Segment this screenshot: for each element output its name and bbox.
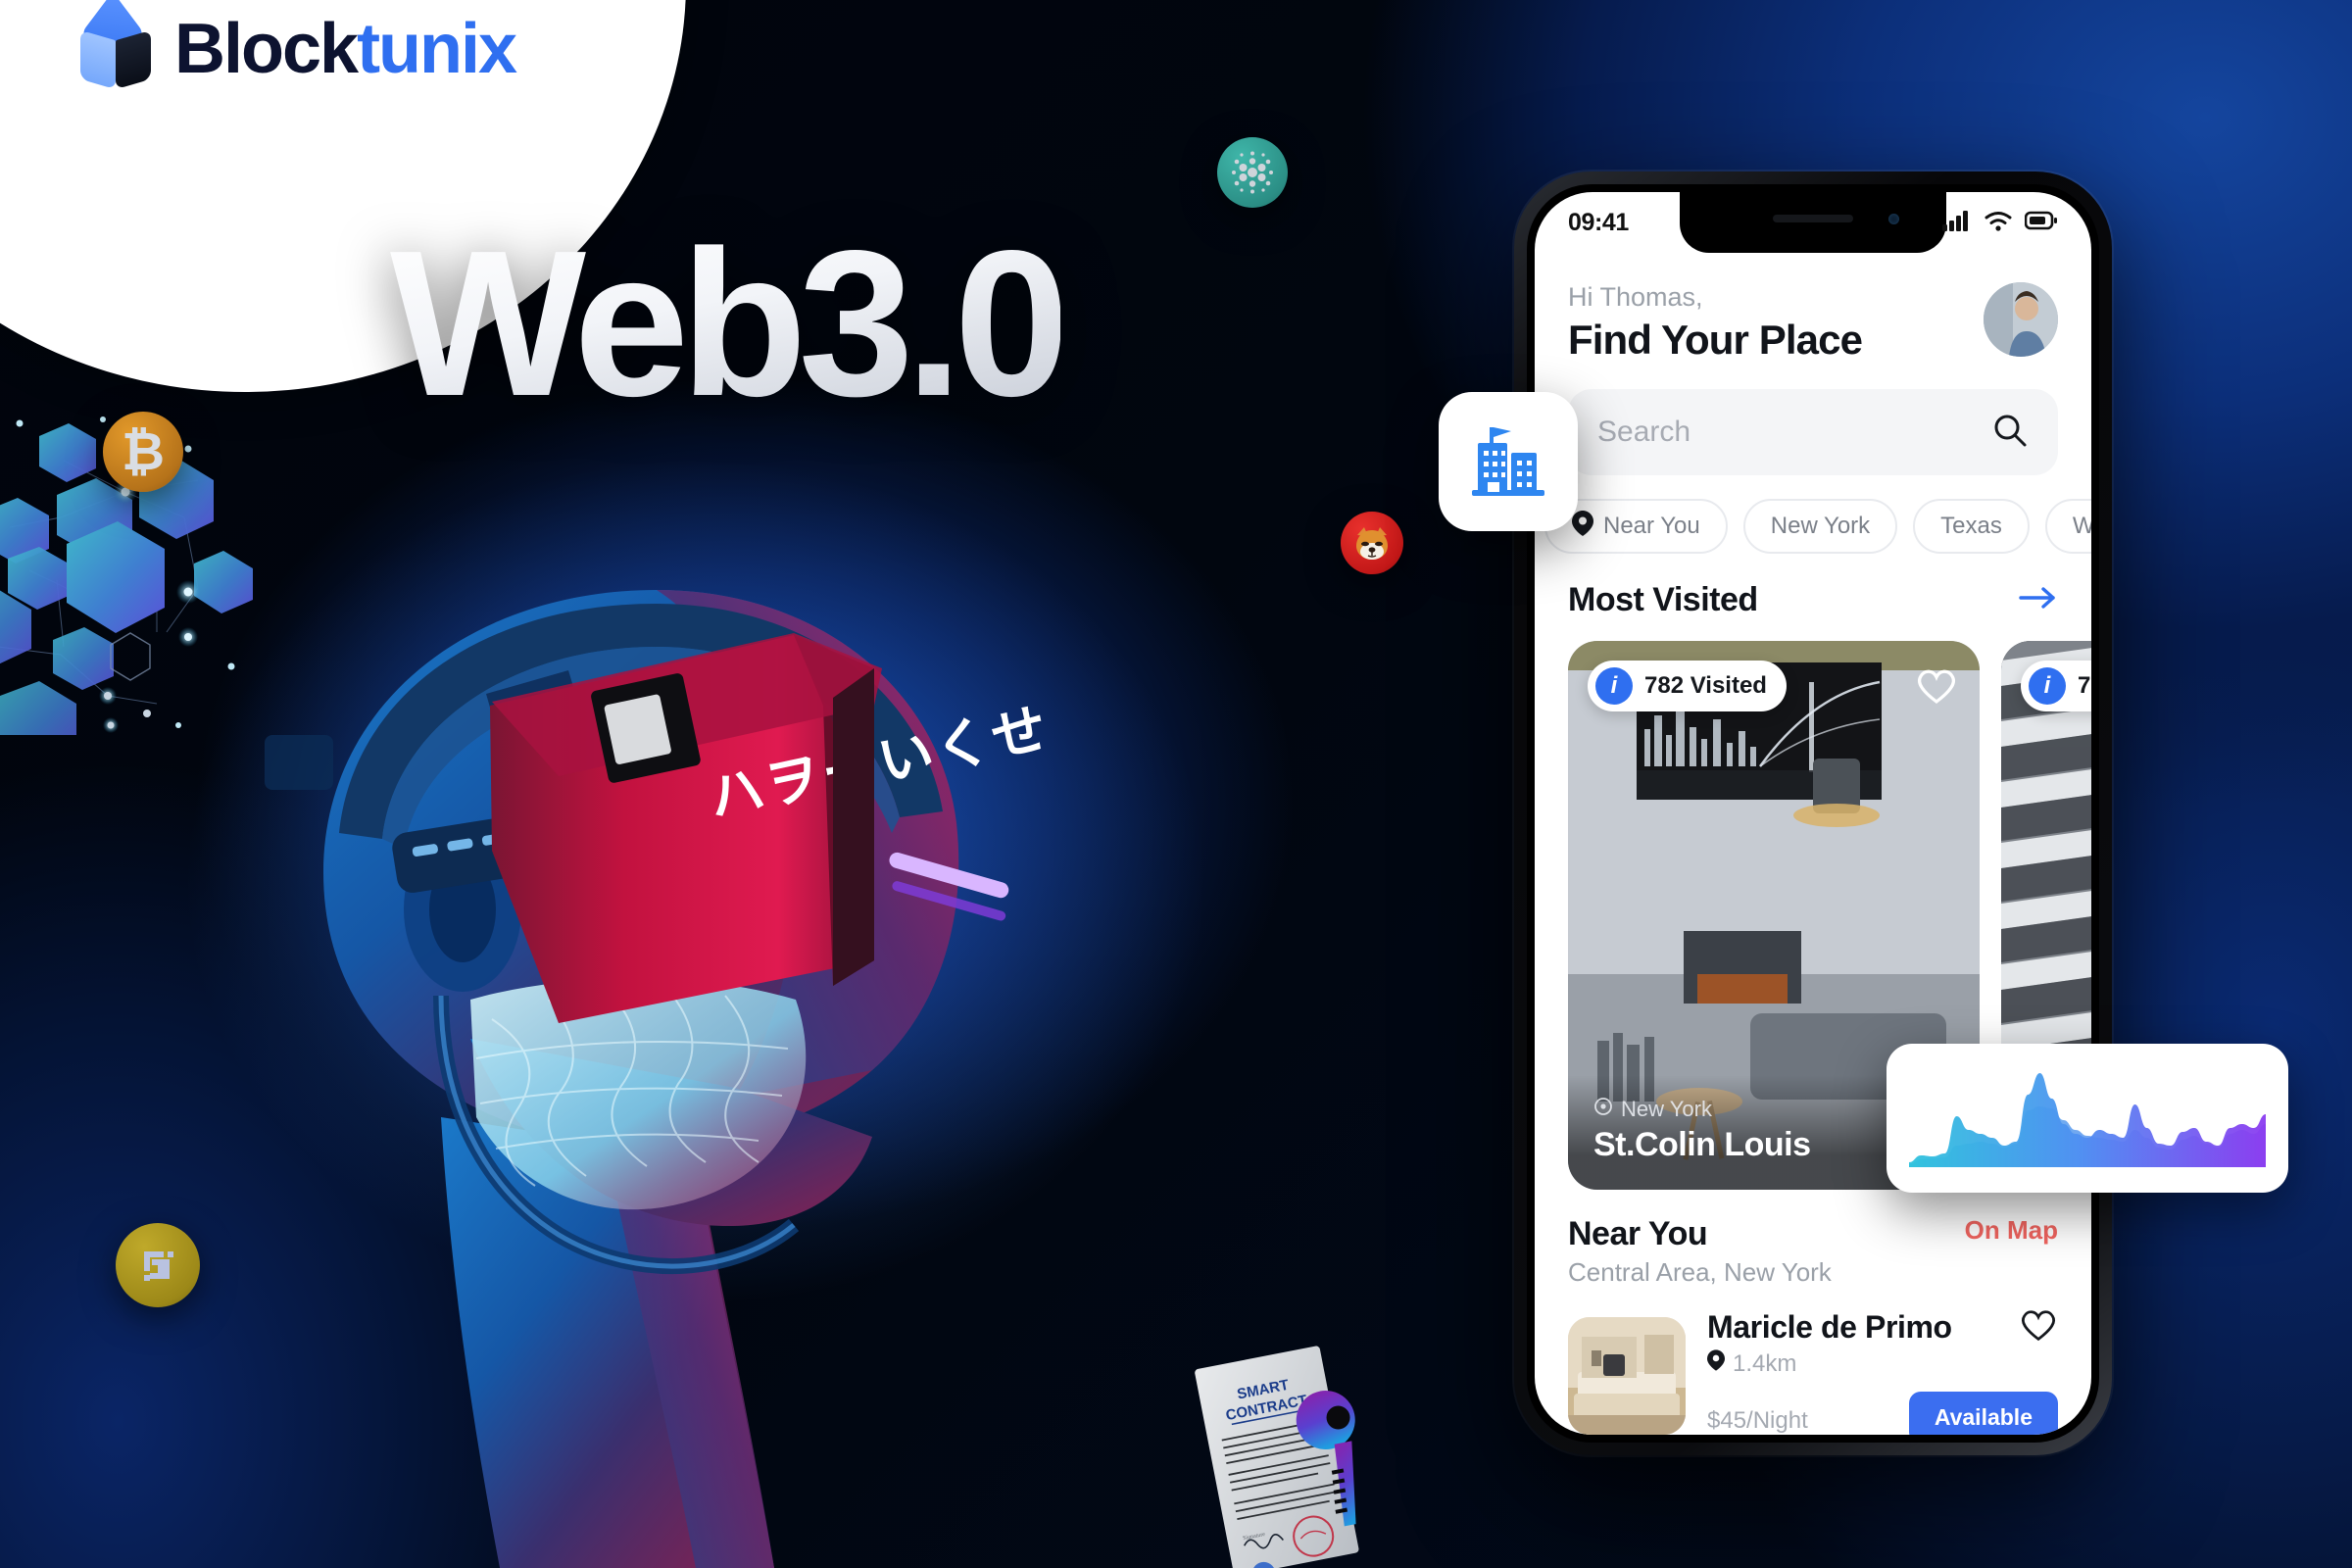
vr-headset-figure-illustration: ハヲーいくせ [147, 412, 1323, 1568]
filter-chip-washington[interactable]: Washington [2044, 499, 2091, 554]
visited-badge: i 782 [2021, 661, 2091, 711]
filter-chip-row[interactable]: Near You New York Texas Washington [1535, 475, 2091, 554]
status-bar: 09:41 [1535, 192, 2091, 253]
area-chart [1909, 1073, 2266, 1167]
listing-distance: 1.4km [1733, 1349, 1797, 1377]
app-content: Hi Thomas, Find Your Place Search Near Y… [1535, 253, 2091, 1435]
brand-name: Blocktunix [174, 14, 517, 84]
search-input[interactable] [1597, 416, 1991, 449]
cardano-coin-icon [1217, 137, 1288, 208]
hero-banner: ハヲーいくせ Blocktunix Web3.0 ₿ SMART CONTRAC… [0, 0, 2352, 1568]
heart-icon[interactable] [1915, 666, 1958, 710]
shiba-inu-coin-icon [1341, 512, 1403, 574]
bedroom-thumbnail [1568, 1316, 1686, 1435]
status-clock: 09:41 [1568, 208, 1629, 236]
bitcoin-coin-icon: ₿ [103, 412, 183, 492]
app-title: Find Your Place [1568, 317, 1863, 363]
filter-chip-new-york[interactable]: New York [1742, 499, 1898, 554]
map-pin-icon [1707, 1349, 1725, 1378]
wifi-icon [1984, 210, 2013, 236]
availability-button[interactable]: Available [1908, 1392, 2058, 1435]
visited-count: 782 [2078, 672, 2091, 699]
near-you-subtitle: Central Area, New York [1568, 1257, 1832, 1287]
search-icon[interactable] [1991, 412, 2029, 454]
cube-3d-icon [78, 0, 155, 90]
listing-price: $45 [1707, 1407, 1747, 1434]
map-pin-icon [1572, 510, 1593, 543]
heart-icon[interactable] [2019, 1307, 2058, 1348]
section-title-near-you: Near You [1568, 1215, 1708, 1252]
arrow-right-icon[interactable] [2019, 583, 2058, 617]
visited-count: 782 Visited [1644, 672, 1767, 699]
smart-contract-document: SMART CONTRACT Signature [1186, 1343, 1411, 1568]
listing-name: Maricle de Primo [1707, 1309, 1952, 1345]
info-icon: i [1595, 667, 1633, 705]
signal-icon [1942, 210, 1972, 236]
on-map-link[interactable]: On Map [1965, 1215, 2058, 1246]
section-title-most-visited: Most Visited [1568, 581, 1758, 618]
location-icon [1593, 1097, 1613, 1122]
phone-screen: 09:41 Hi Thomas, Find Your Place Search … [1535, 192, 2091, 1435]
filter-chip-label: Near You [1603, 513, 1700, 539]
filter-chip-label: Texas [1940, 513, 2002, 539]
list-item[interactable]: Maricle de Primo 1.4km $45/Night Availab… [1535, 1288, 2091, 1435]
app-header: Hi Thomas, Find Your Place [1535, 253, 2091, 364]
visited-badge: i 782 Visited [1588, 661, 1787, 711]
chart-series-front-wave [1909, 1073, 2266, 1167]
listing-price-unit: /Night [1746, 1407, 1808, 1434]
filter-chip-label: New York [1770, 513, 1871, 539]
phone-mockup: 09:41 Hi Thomas, Find Your Place Search … [1514, 172, 2112, 1455]
avatar[interactable] [1984, 282, 2058, 357]
info-icon: i [2029, 667, 2066, 705]
near-you-header: Near You Central Area, New York On Map [1535, 1190, 2091, 1288]
battery-icon [2024, 211, 2058, 235]
buildings-icon [1466, 417, 1550, 507]
filter-chip-texas[interactable]: Texas [1913, 499, 2030, 554]
filter-chip-label: Washington [2072, 513, 2091, 539]
brand-name-part2: tunix [357, 10, 517, 88]
greeting-text: Hi Thomas, [1568, 282, 1703, 312]
analytics-chart-card[interactable] [1886, 1044, 2288, 1193]
brand-name-part1: Block [174, 10, 359, 88]
buildings-floating-card[interactable] [1439, 392, 1578, 531]
page-title: Web3.0 [390, 207, 1069, 439]
place-location: New York [1621, 1097, 1712, 1121]
most-visited-header: Most Visited [1535, 554, 2091, 619]
brand-logo[interactable]: Blocktunix [78, 0, 517, 90]
search-bar[interactable] [1568, 389, 2058, 475]
binance-coin-icon [116, 1223, 200, 1307]
